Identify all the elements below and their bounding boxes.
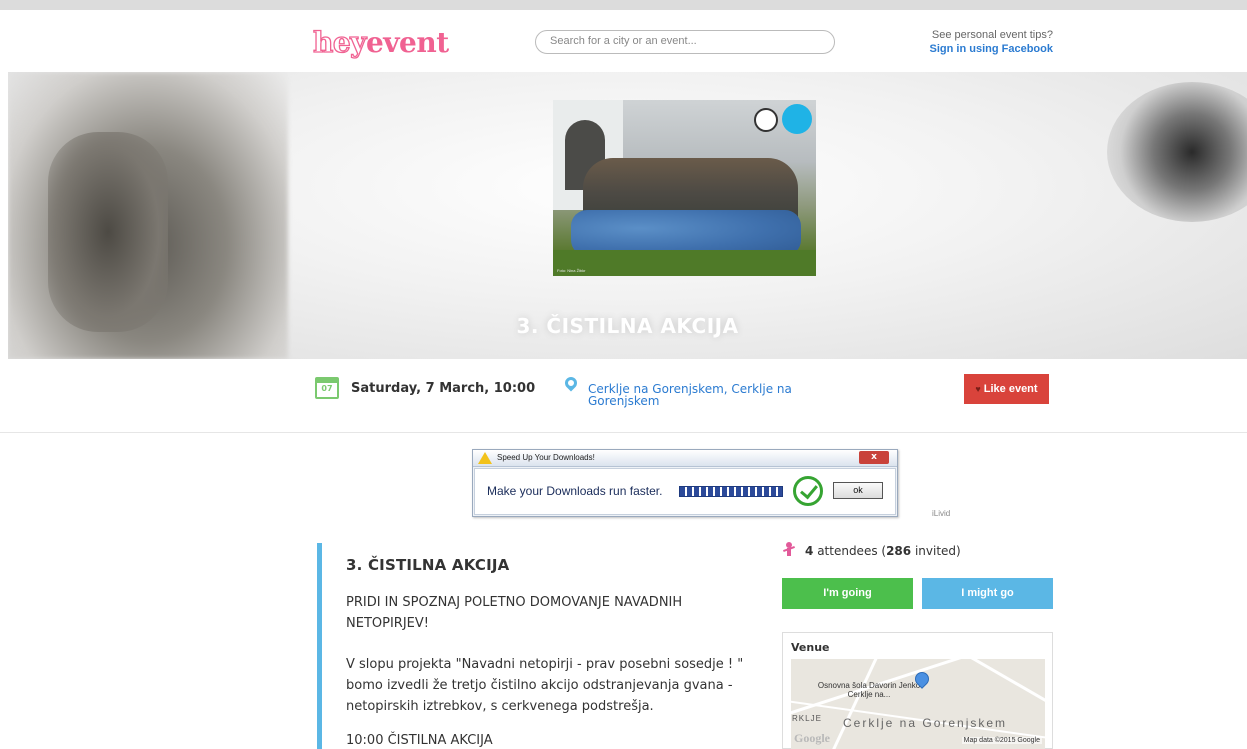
attendees-icon bbox=[782, 542, 796, 560]
facebook-signin-link[interactable]: Sign in using Facebook bbox=[930, 42, 1053, 56]
like-event-label: Like event bbox=[983, 383, 1038, 395]
bat-logo-icon bbox=[754, 108, 778, 132]
ad-titlebar: Speed Up Your Downloads! x bbox=[473, 450, 897, 467]
ad-window-title: Speed Up Your Downloads! bbox=[497, 453, 595, 462]
attendees-summary: 4 attendees (286 invited) bbox=[805, 544, 961, 558]
map-data-attribution[interactable]: Map data ©2015 Google bbox=[961, 737, 1042, 744]
event-info-bar: 07 Saturday, 7 March, 10:00 Cerklje na G… bbox=[0, 359, 1247, 433]
attendees-icon-body bbox=[787, 548, 791, 556]
heart-icon: ♥ bbox=[975, 384, 981, 394]
google-logo: Google bbox=[794, 731, 830, 745]
event-location-link[interactable]: Cerklje na Gorenjskem, Cerklje na Gorenj… bbox=[588, 383, 818, 407]
map-school-label: Osnovna šola Davorin Jenko Cerklje na... bbox=[817, 681, 921, 699]
venue-panel: Venue Osnovna šola Davorin Jenko Cerklje… bbox=[782, 632, 1053, 749]
event-cover-photo[interactable]: Foto: Nina Žibkr bbox=[553, 100, 816, 276]
project-badge-icon bbox=[782, 104, 812, 134]
invited-count: 286 bbox=[886, 544, 912, 558]
like-event-button[interactable]: ♥ Like event bbox=[964, 374, 1049, 404]
map-rklje-label: RKLJE bbox=[792, 714, 822, 723]
hero-blur-figure bbox=[48, 132, 168, 332]
hero-blur-right bbox=[1107, 82, 1247, 222]
attendees-count: 4 bbox=[805, 544, 814, 558]
invited-label: invited) bbox=[914, 544, 961, 558]
facebook-signin-tips: See personal event tips? Sign in using F… bbox=[930, 28, 1053, 56]
tips-prompt: See personal event tips? bbox=[931, 29, 1053, 41]
description-subtitle: PRIDI IN SPOZNAJ POLETNO DOMOVANJE NAVAD… bbox=[346, 595, 683, 631]
ad-ok-button[interactable]: ok bbox=[833, 482, 883, 499]
venue-title: Venue bbox=[791, 641, 830, 654]
ad-message: Make your Downloads run faster. bbox=[487, 484, 663, 498]
hero-event-title: 3. ČISTILNA AKCIJA bbox=[516, 314, 739, 338]
map-road bbox=[825, 659, 880, 749]
ad-credit: iLivid bbox=[932, 509, 951, 518]
photo-grass bbox=[553, 250, 816, 276]
checkmark-icon bbox=[793, 476, 823, 506]
location-pin-icon bbox=[562, 374, 580, 392]
browser-top-strip bbox=[0, 0, 1247, 10]
site-header: heyevent Search for a city or an event..… bbox=[0, 10, 1247, 72]
description-time-line: 10:00 ČISTILNA AKCIJA bbox=[346, 733, 493, 748]
heyevent-logo[interactable]: heyevent bbox=[312, 25, 449, 59]
description-body: V slopu projekta "Navadni netopirji - pr… bbox=[346, 657, 744, 714]
description-accent-stripe bbox=[317, 543, 322, 749]
attendees-label: attendees ( bbox=[817, 544, 887, 558]
map-town-label: Cerklje na Gorenjskem bbox=[843, 716, 1008, 730]
hero-banner: Foto: Nina Žibkr 3. ČISTILNA AKCIJA bbox=[8, 72, 1247, 359]
event-date: Saturday, 7 March, 10:00 bbox=[351, 381, 536, 396]
logo-hey: hey bbox=[312, 25, 367, 59]
logo-event: event bbox=[365, 26, 449, 59]
calendar-day: 07 bbox=[321, 384, 333, 393]
i-might-go-button[interactable]: I might go bbox=[922, 578, 1053, 609]
calendar-icon: 07 bbox=[315, 377, 339, 399]
warning-icon bbox=[478, 452, 492, 464]
venue-map[interactable]: Osnovna šola Davorin Jenko Cerklje na...… bbox=[791, 659, 1045, 749]
description-title: 3. ČISTILNA AKCIJA bbox=[346, 556, 510, 574]
search-input[interactable]: Search for a city or an event... bbox=[535, 30, 835, 54]
ad-banner[interactable]: Speed Up Your Downloads! x Make your Dow… bbox=[472, 449, 898, 517]
ad-body: Make your Downloads run faster. ok bbox=[474, 468, 896, 515]
ad-progress-bar bbox=[679, 486, 783, 497]
photo-credit: Foto: Nina Žibkr bbox=[557, 268, 586, 273]
im-going-button[interactable]: I'm going bbox=[782, 578, 913, 609]
ad-close-button[interactable]: x bbox=[859, 451, 889, 464]
